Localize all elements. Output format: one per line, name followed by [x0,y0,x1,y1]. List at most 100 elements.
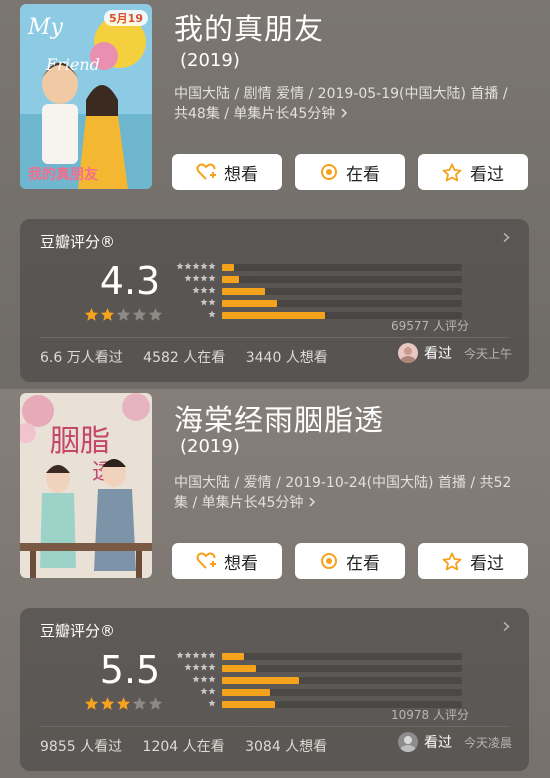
star-level-3 [170,286,216,298]
rating-bar-track [222,276,462,283]
mini-star-icon [200,663,208,671]
rating-bar-fill [222,288,265,295]
mini-star-icon [208,675,216,683]
rating-score: 5.5 [99,648,161,692]
drama-meta-text: 中国大陆 / 爱情 / 2019-10-24(中国大陆) 首播 / 共52集 /… [174,475,512,511]
star-filled-icon [100,308,115,321]
divider [40,726,509,727]
star-outline-icon [442,163,462,181]
user-status[interactable]: 看过 今天凌晨 [398,732,512,752]
avatar [398,732,418,752]
star-empty-icon [132,697,147,710]
mini-star-icon [200,262,208,270]
want-button[interactable]: 想看 [172,543,282,579]
mini-star-icon [208,298,216,306]
mini-star-icon [184,262,192,270]
watching-button[interactable]: 在看 [295,543,405,579]
mini-star-icon [208,286,216,294]
rating-bar-track [222,264,462,271]
poster-image[interactable]: My Friend 5月19 我的真朋友 [20,4,152,189]
drama-year: (2019) [180,436,240,457]
divider [40,337,509,338]
target-circle-icon [321,553,337,569]
mini-star-icon [200,286,208,294]
star-level-labels [170,651,216,711]
mini-star-icon [200,651,208,659]
star-level-5 [170,262,216,274]
mini-star-icon [200,274,208,282]
drama-section-1: My Friend 5月19 我的真朋友 我的真朋友 (2019) 中国大陆 /… [0,0,550,389]
mini-star-icon [192,262,200,270]
stat-want: 3084 人想看 [245,739,328,755]
star-level-2 [170,298,216,310]
stat-watched: 6.6 万人看过 [40,350,123,366]
mini-star-icon [208,274,216,282]
rating-bar-fill [222,653,244,660]
stat-watching: 4582 人在看 [143,350,226,366]
svg-text:我的真朋友: 我的真朋友 [28,166,98,183]
rating-card[interactable]: 豆瓣评分® 5.5 10978 人评分 9855 人看过 1204 人在看 30… [20,608,529,771]
star-empty-icon [132,308,147,321]
rating-bar-track [222,665,462,672]
rating-card[interactable]: 豆瓣评分® 4.3 69577 人评分 6.6 万人看过 4582 人在看 34… [20,219,529,382]
mini-star-icon [200,298,208,306]
drama-meta[interactable]: 中国大陆 / 爱情 / 2019-10-24(中国大陆) 首播 / 共52集 /… [174,473,524,513]
stat-want: 3440 人想看 [245,350,328,366]
rating-bar-fill [222,665,256,672]
mini-star-icon [176,262,184,270]
mini-star-icon [208,651,216,659]
star-filled-icon [84,308,99,321]
want-button[interactable]: 想看 [172,154,282,190]
poster-date-text: 5月19 [109,12,143,25]
heart-plus-icon [196,163,216,180]
rating-bar-fill [222,276,239,283]
star-empty-icon [148,308,163,321]
user-status-time: 今天凌晨 [464,735,513,750]
drama-title: 海棠经雨胭脂透 [174,403,385,437]
star-empty-icon [116,308,131,321]
chevron-right-icon [308,495,316,511]
star-outline-icon [442,552,462,570]
stats-row: 6.6 万人看过 4582 人在看 3440 人想看 [40,347,344,367]
mini-star-icon [184,663,192,671]
mini-star-icon [192,274,200,282]
star-level-4 [170,274,216,286]
mini-star-icon [208,310,216,318]
mini-star-icon [192,675,200,683]
watched-button[interactable]: 看过 [418,154,528,190]
drama-title: 我的真朋友 [174,12,325,46]
mini-star-icon [176,651,184,659]
svg-text:My: My [27,15,64,40]
want-button-label: 想看 [224,164,258,185]
star-level-5 [170,651,216,663]
star-empty-icon [148,697,163,710]
rating-card-title: 豆瓣评分® [40,233,116,251]
mini-star-icon [184,274,192,282]
watched-button-label: 看过 [470,164,504,185]
star-level-4 [170,663,216,675]
mini-star-icon [200,687,208,695]
user-status[interactable]: 看过 今天上午 [398,343,512,363]
star-level-labels [170,262,216,322]
drama-meta[interactable]: 中国大陆 / 剧情 爱情 / 2019-05-19(中国大陆) 首播 / 共48… [174,84,524,124]
chevron-right-icon [503,233,510,242]
rating-card-title: 豆瓣评分® [40,622,116,640]
star-filled-icon [84,697,99,710]
stats-row: 9855 人看过 1204 人在看 3084 人想看 [40,736,343,756]
mini-star-icon [192,663,200,671]
rating-stars [84,696,164,711]
watching-button[interactable]: 在看 [295,154,405,190]
svg-text:胭脂: 胭脂 [50,424,110,459]
watched-button[interactable]: 看过 [418,543,528,579]
star-filled-icon [116,697,131,710]
watching-button-label: 在看 [346,553,380,574]
svg-text:Friend: Friend [45,55,100,74]
rating-bar-fill [222,701,275,708]
chevron-right-icon [503,622,510,631]
stat-watched: 9855 人看过 [40,739,123,755]
user-status-time: 今天上午 [464,346,513,361]
mini-star-icon [208,687,216,695]
rating-bar-fill [222,312,325,319]
poster-image[interactable]: 胭脂 透 [20,393,152,578]
chevron-right-icon [340,106,348,122]
